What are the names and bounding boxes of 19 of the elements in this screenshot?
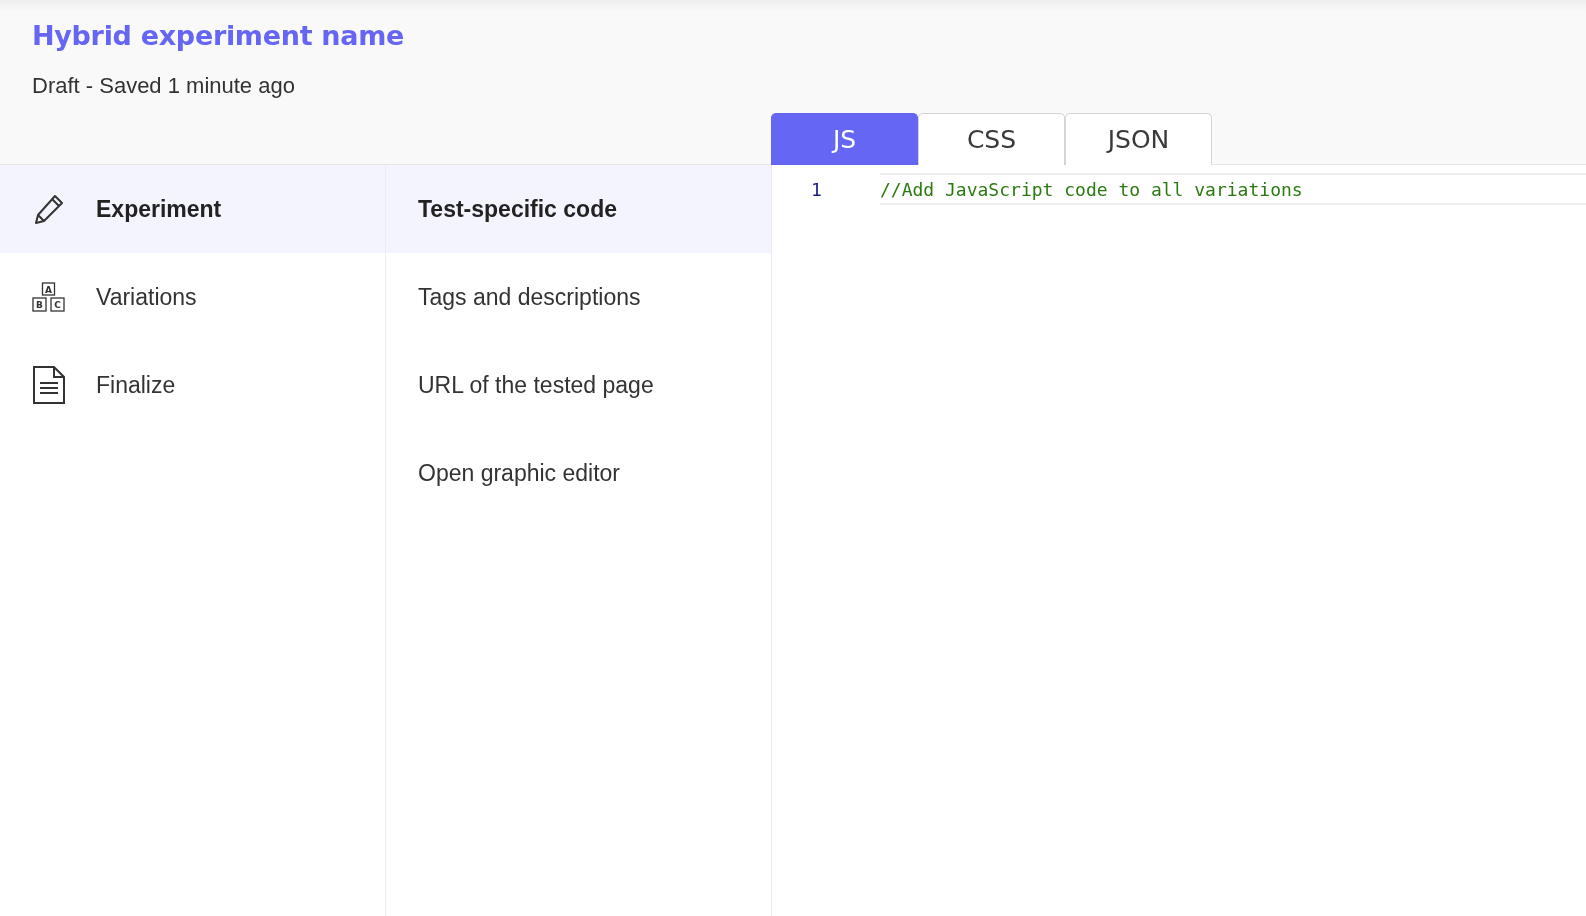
step-item[interactable]: A B C Variations xyxy=(0,253,385,341)
step-item[interactable]: Experiment xyxy=(0,165,385,253)
step-item[interactable]: Finalize xyxy=(0,341,385,429)
save-status: Draft - Saved 1 minute ago xyxy=(32,73,295,99)
step-label: Experiment xyxy=(96,195,222,223)
code-tab[interactable]: JSON xyxy=(1065,113,1212,165)
experiment-title: Hybrid experiment name xyxy=(32,20,405,51)
document-icon xyxy=(32,366,66,404)
pencil-icon xyxy=(32,193,66,225)
code-tab[interactable]: CSS xyxy=(918,113,1065,165)
line-number: 1 xyxy=(811,178,822,200)
code-tab[interactable]: JS xyxy=(771,113,918,165)
step-label: Finalize xyxy=(96,371,176,399)
section-item[interactable]: Tags and descriptions xyxy=(386,253,771,341)
section-item[interactable]: URL of the tested page xyxy=(386,341,771,429)
section-item[interactable]: Open graphic editor xyxy=(386,429,771,517)
step-label: Variations xyxy=(96,283,197,311)
code-line[interactable]: //Add JavaScript code to all variations xyxy=(880,178,1303,200)
section-item[interactable]: Test-specific code xyxy=(386,165,771,253)
